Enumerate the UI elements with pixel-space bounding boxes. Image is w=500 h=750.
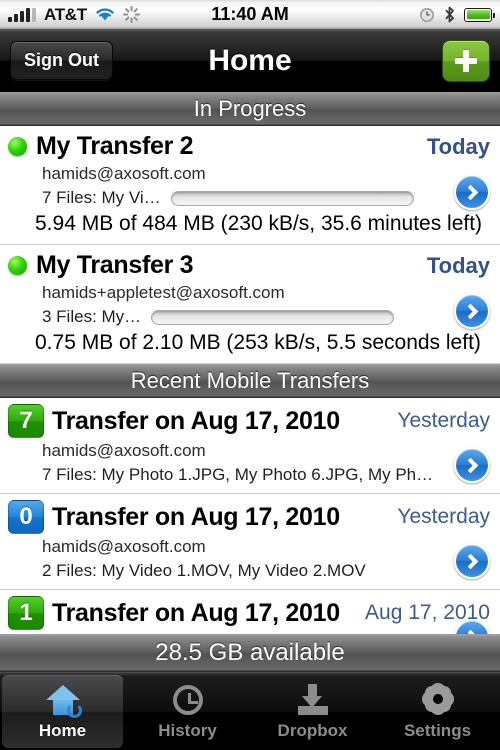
tab-bar: Home History Dropbox Settings xyxy=(0,672,500,750)
recent-transfer-row[interactable]: 0 Transfer on Aug 17, 2010 Yesterday ham… xyxy=(0,494,500,590)
chevron-right-icon xyxy=(462,457,479,473)
tab-settings-label: Settings xyxy=(403,720,472,740)
recent-transfers-list: 7 Transfer on Aug 17, 2010 Yesterday ham… xyxy=(0,398,500,666)
recent-transfer-title: Transfer on Aug 17, 2010 xyxy=(52,502,340,531)
recent-transfer-files: 2 Files: My Video 1.MOV, My Video 2.MOV xyxy=(42,561,366,580)
content-scroll-area[interactable]: In Progress My Transfer 2 Today hamids@a… xyxy=(0,92,500,672)
transfer-email: hamids@axosoft.com xyxy=(42,164,206,183)
transfer-stats: 5.94 MB of 484 MB (230 kB/s, 35.6 minute… xyxy=(35,212,483,235)
plus-icon xyxy=(455,49,477,72)
transfer-date: Today xyxy=(426,252,490,278)
transfer-progress-line: 7 Files: My Vi… xyxy=(0,184,500,208)
bluetooth-icon xyxy=(445,6,454,23)
tab-dropbox[interactable]: Dropbox xyxy=(252,675,373,748)
recent-transfer-email: hamids@axosoft.com xyxy=(42,441,206,460)
battery-icon xyxy=(464,7,495,22)
section-header-in-progress: In Progress xyxy=(0,92,500,126)
transfer-progress-line: 3 Files: My… xyxy=(0,303,500,327)
disclosure-button[interactable] xyxy=(454,543,490,579)
status-bar-left: AT&T xyxy=(8,5,140,25)
clock-icon xyxy=(169,683,207,717)
tab-history[interactable]: History xyxy=(127,675,248,748)
recent-row-header: 0 Transfer on Aug 17, 2010 Yesterday xyxy=(0,500,500,534)
storage-footer: 28.5 GB available xyxy=(0,634,500,672)
wifi-icon xyxy=(96,8,114,21)
recent-transfer-date: Yesterday xyxy=(397,505,490,528)
transfer-row-header: My Transfer 3 Today xyxy=(0,251,500,280)
signal-bars-icon xyxy=(8,7,36,22)
navigation-bar: Sign Out Home xyxy=(0,30,500,92)
tab-history-label: History xyxy=(158,720,217,740)
transfer-date: Today xyxy=(426,133,490,159)
recent-transfer-title: Transfer on Aug 17, 2010 xyxy=(52,598,340,627)
status-dot-icon xyxy=(8,137,27,156)
section-header-recent: Recent Mobile Transfers xyxy=(0,364,500,398)
transfer-files-label: 7 Files: My Vi… xyxy=(42,188,161,207)
tab-dropbox-label: Dropbox xyxy=(277,720,348,740)
in-progress-list: My Transfer 2 Today hamids@axosoft.com 7… xyxy=(0,126,500,364)
file-count-badge: 7 xyxy=(8,404,44,438)
transfer-title: My Transfer 2 xyxy=(36,132,194,160)
progress-bar xyxy=(170,190,414,206)
transfer-files-label: 3 Files: My… xyxy=(42,307,142,326)
download-icon xyxy=(294,683,332,717)
recent-row-header: 1 Transfer on Aug 17, 2010 Aug 17, 2010 xyxy=(0,596,500,630)
status-bar-right xyxy=(419,6,495,23)
recent-transfer-title: Transfer on Aug 17, 2010 xyxy=(52,406,340,435)
progress-bar xyxy=(151,309,395,325)
disclosure-button[interactable] xyxy=(454,293,490,329)
transfer-row[interactable]: My Transfer 3 Today hamids+appletest@axo… xyxy=(0,245,500,364)
recent-transfer-date: Yesterday xyxy=(397,409,490,432)
transfer-stats: 0.75 MB of 2.10 MB (253 kB/s, 5.5 second… xyxy=(35,331,481,354)
tab-settings[interactable]: Settings xyxy=(377,675,498,748)
gear-icon xyxy=(419,683,457,717)
file-count-badge: 1 xyxy=(8,596,44,630)
app-screen: AT&T 11:40 AM Sign Out Home In Progress … xyxy=(0,0,500,750)
transfer-title: My Transfer 3 xyxy=(36,251,194,279)
tab-home[interactable]: Home xyxy=(2,675,123,748)
chevron-right-icon xyxy=(462,184,479,200)
add-transfer-button[interactable] xyxy=(442,39,490,82)
chevron-right-icon xyxy=(462,553,479,569)
recent-transfer-row[interactable]: 7 Transfer on Aug 17, 2010 Yesterday ham… xyxy=(0,398,500,494)
status-dot-icon xyxy=(8,256,27,275)
alarm-clock-icon xyxy=(420,7,434,22)
status-bar: AT&T 11:40 AM xyxy=(0,0,500,30)
recent-transfer-email: hamids@axosoft.com xyxy=(42,537,206,556)
disclosure-button[interactable] xyxy=(454,174,490,210)
activity-spinner-icon xyxy=(122,6,140,23)
transfer-row[interactable]: My Transfer 2 Today hamids@axosoft.com 7… xyxy=(0,126,500,245)
disclosure-button[interactable] xyxy=(454,447,490,483)
tab-home-label: Home xyxy=(38,720,87,740)
transfer-email: hamids+appletest@axosoft.com xyxy=(42,283,285,302)
carrier-label: AT&T xyxy=(44,4,87,24)
transfer-row-header: My Transfer 2 Today xyxy=(0,132,500,161)
chevron-right-icon xyxy=(462,303,479,319)
file-count-badge: 0 xyxy=(8,500,44,534)
recent-row-header: 7 Transfer on Aug 17, 2010 Yesterday xyxy=(0,404,500,438)
sign-out-button[interactable]: Sign Out xyxy=(10,41,113,80)
home-icon xyxy=(44,683,82,718)
recent-transfer-files: 7 Files: My Photo 1.JPG, My Photo 6.JPG,… xyxy=(42,465,434,484)
